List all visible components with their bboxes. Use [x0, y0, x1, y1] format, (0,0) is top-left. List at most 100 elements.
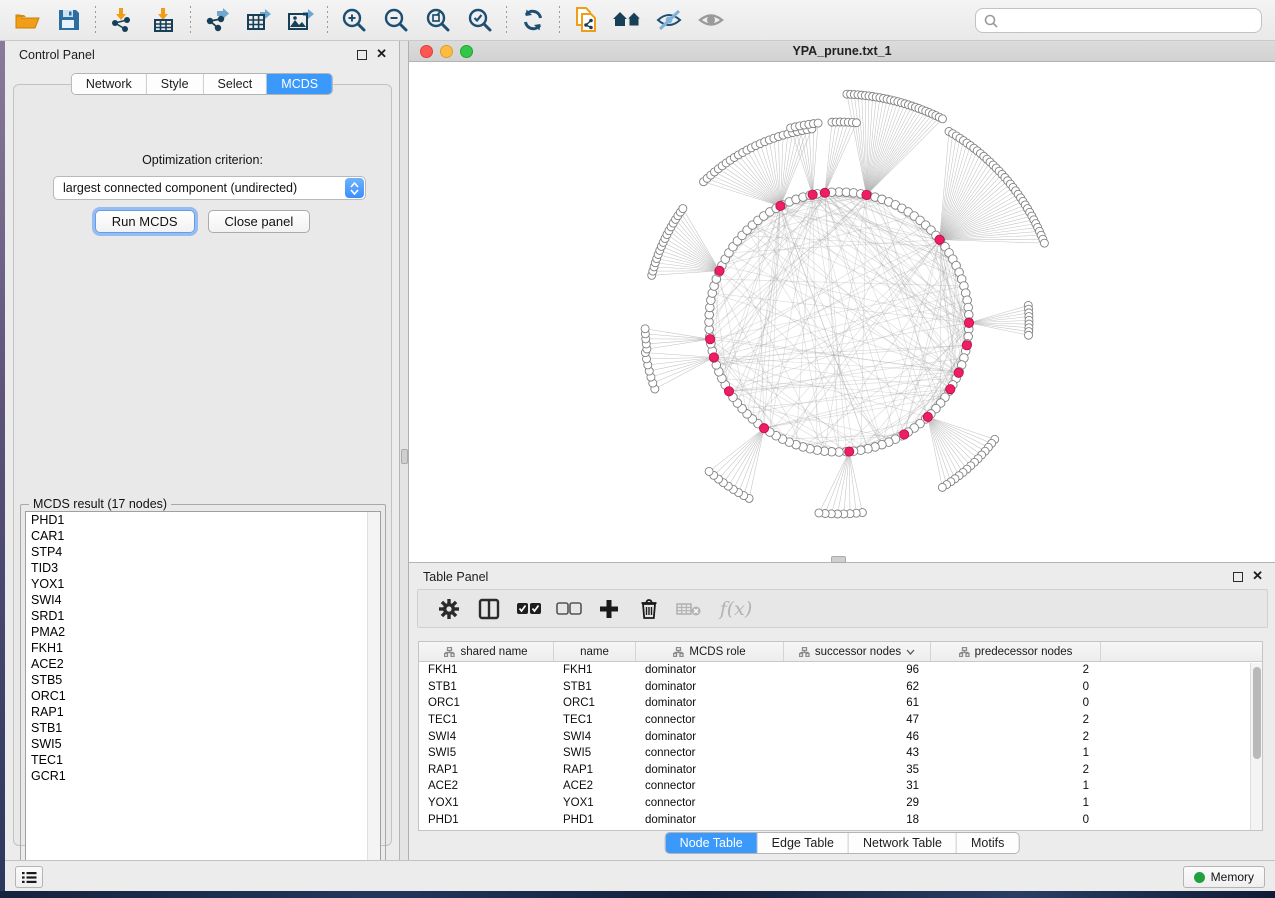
network-edge[interactable] [726, 163, 780, 206]
network-edge[interactable] [722, 166, 780, 206]
import-table-button[interactable] [143, 3, 185, 37]
network-edge[interactable] [866, 114, 932, 195]
mcds-node[interactable] [900, 430, 909, 439]
tab-motifs[interactable]: Motifs [957, 833, 1018, 853]
network-edge[interactable] [838, 452, 850, 514]
mcds-result-item[interactable]: STB1 [26, 720, 380, 736]
tab-network-table[interactable]: Network Table [849, 833, 957, 853]
first-neighbors-button[interactable] [607, 3, 649, 37]
run-mcds-button[interactable]: Run MCDS [95, 210, 195, 233]
network-edge[interactable] [813, 195, 818, 450]
mcds-node[interactable] [715, 266, 724, 275]
network-edge[interactable] [866, 104, 904, 195]
mcds-result-item[interactable]: STP4 [26, 544, 380, 560]
network-node[interactable] [1040, 239, 1048, 247]
vertical-splitter[interactable] [400, 41, 408, 860]
create-column-button[interactable] [596, 596, 622, 622]
network-edge[interactable] [928, 417, 963, 473]
show-column-button[interactable] [476, 596, 502, 622]
network-node[interactable] [679, 205, 687, 213]
panel-list-button[interactable] [15, 866, 43, 888]
table-row[interactable]: SWI4SWI4dominator462 [419, 728, 1262, 745]
network-node[interactable] [814, 119, 822, 127]
network-edge[interactable] [718, 428, 764, 479]
network-edge[interactable] [669, 231, 720, 271]
network-node[interactable] [705, 467, 713, 475]
zoom-in-button[interactable] [333, 3, 375, 37]
mcds-result-list[interactable]: PHD1CAR1STP4TID3YOX1SWI4SRD1PMA2FKH1ACE2… [25, 511, 381, 871]
delete-column-button[interactable] [636, 596, 662, 622]
mcds-result-item[interactable]: FKH1 [26, 640, 380, 656]
network-edge[interactable] [645, 334, 710, 339]
network-graph[interactable] [409, 62, 1275, 562]
hide-graphics-details-button[interactable] [649, 3, 691, 37]
mcds-node[interactable] [964, 318, 973, 327]
network-edge[interactable] [969, 323, 1029, 335]
tab-style[interactable]: Style [147, 74, 204, 94]
table-settings-button[interactable] [436, 596, 462, 622]
network-edge[interactable] [728, 428, 764, 486]
mcds-node[interactable] [776, 201, 785, 210]
mcds-result-item[interactable]: ACE2 [26, 656, 380, 672]
network-edge[interactable] [673, 223, 719, 271]
table-row[interactable]: TEC1TEC1connector472 [419, 712, 1262, 729]
network-edge[interactable] [744, 428, 764, 495]
tab-edge-table[interactable]: Edge Table [758, 833, 849, 853]
mcds-node[interactable] [935, 235, 944, 244]
network-edge[interactable] [940, 146, 971, 240]
network-edge[interactable] [739, 428, 765, 492]
network-edge[interactable] [940, 240, 1045, 243]
network-edge[interactable] [647, 339, 710, 349]
table-row[interactable]: ACE2ACE2connector311 [419, 778, 1262, 795]
network-edge[interactable] [646, 339, 710, 344]
network-window-titlebar[interactable]: YPA_prune.txt_1 [409, 41, 1275, 62]
float-panel-icon[interactable] [357, 50, 367, 60]
network-edge[interactable] [716, 323, 969, 365]
mcds-result-item[interactable]: YOX1 [26, 576, 380, 592]
network-edge[interactable] [849, 452, 856, 514]
network-edge[interactable] [653, 357, 714, 383]
column-header-name[interactable]: name [554, 642, 636, 661]
mcds-result-item[interactable]: TID3 [26, 560, 380, 576]
network-edge[interactable] [825, 452, 849, 514]
network-edge[interactable] [649, 357, 714, 371]
network-edge[interactable] [795, 127, 812, 195]
zoom-selected-button[interactable] [459, 3, 501, 37]
network-edge[interactable] [825, 123, 856, 193]
zoom-fit-button[interactable] [417, 3, 459, 37]
mcds-node[interactable] [820, 188, 829, 197]
network-edge[interactable] [969, 305, 1028, 322]
column-header-shared-name[interactable]: shared name [419, 642, 554, 661]
network-canvas[interactable] [409, 62, 1275, 562]
close-panel-icon[interactable]: ✕ [1252, 568, 1263, 584]
export-table-button[interactable] [238, 3, 280, 37]
delete-table-button[interactable] [676, 596, 702, 622]
network-edge[interactable] [849, 452, 862, 513]
zoom-out-button[interactable] [375, 3, 417, 37]
show-graphics-details-button[interactable] [691, 3, 733, 37]
mcds-node[interactable] [759, 424, 768, 433]
network-node[interactable] [1025, 331, 1033, 339]
mcds-node[interactable] [962, 341, 971, 350]
network-edge[interactable] [928, 417, 975, 462]
tab-mcds[interactable]: MCDS [267, 74, 332, 94]
import-network-button[interactable] [101, 3, 143, 37]
copy-share-button[interactable] [565, 3, 607, 37]
function-builder-button[interactable]: f(x) [716, 596, 756, 622]
network-edge[interactable] [678, 216, 720, 271]
network-edge[interactable] [645, 329, 710, 339]
table-row[interactable]: FKH1FKH1dominator962 [419, 662, 1262, 679]
mcds-result-item[interactable]: SWI4 [26, 592, 380, 608]
mcds-list-scrollbar[interactable] [367, 512, 380, 870]
network-edge[interactable] [789, 212, 908, 442]
table-row[interactable]: SWI5SWI5connector431 [419, 745, 1262, 762]
memory-button[interactable]: Memory [1183, 866, 1265, 888]
mcds-node[interactable] [946, 385, 955, 394]
column-header-MCDS-role[interactable]: MCDS role [636, 642, 784, 661]
close-panel-icon[interactable]: ✕ [376, 46, 387, 62]
network-node[interactable] [815, 509, 823, 517]
network-edge[interactable] [969, 317, 1029, 323]
network-edge[interactable] [665, 238, 719, 270]
network-node[interactable] [852, 119, 860, 127]
search-input[interactable] [999, 14, 1261, 28]
